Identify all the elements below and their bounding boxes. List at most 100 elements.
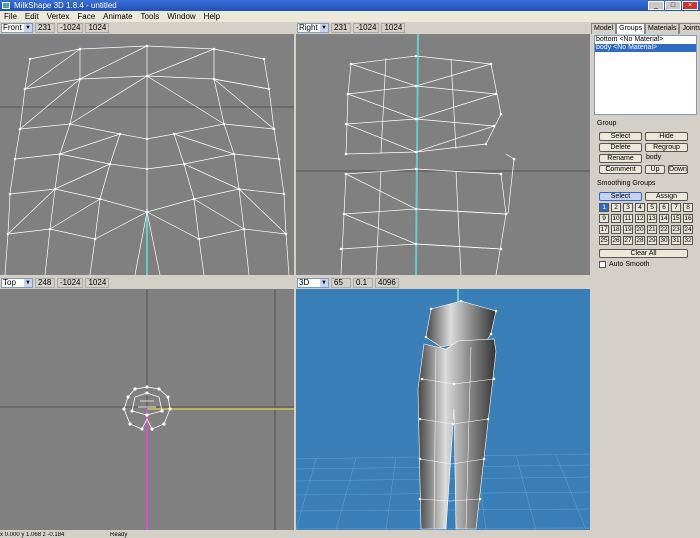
smoothing-group-31[interactable]: 31 [671,236,681,245]
smoothing-group-27[interactable]: 27 [623,236,633,245]
smoothing-group-25[interactable]: 25 [599,236,609,245]
smoothing-group-24[interactable]: 24 [683,225,693,234]
smoothing-group-29[interactable]: 29 [647,236,657,245]
smoothing-group-2[interactable]: 2 [611,203,621,212]
group-name-field[interactable]: body [646,154,661,161]
smoothing-select-button[interactable]: Select [599,192,642,201]
chevron-down-icon: ▼ [24,24,32,32]
menu-window[interactable]: Window [163,11,199,22]
menu-edit[interactable]: Edit [21,11,43,22]
tab-joints[interactable]: Joints [679,23,700,34]
smoothing-group-32[interactable]: 32 [683,236,693,245]
group-item-bottom[interactable]: bottom <No Material> [595,36,696,44]
smoothing-group-20[interactable]: 20 [635,225,645,234]
top-wireframe [0,289,294,530]
group-section-label: Group [597,120,617,127]
smoothing-group-26[interactable]: 26 [611,236,621,245]
rename-button[interactable]: Rename [599,154,642,163]
app-icon [2,2,10,9]
3d-near-field[interactable]: 0.1 [353,278,373,288]
top-near-field[interactable]: -1024 [57,278,84,288]
front-wireframe [0,44,294,275]
smoothing-group-28[interactable]: 28 [635,236,645,245]
right-far-field[interactable]: 1024 [381,23,406,33]
smoothing-group-13[interactable]: 13 [647,214,657,223]
front-view-dropdown[interactable]: Front ▼ [1,23,33,33]
chevron-down-icon: ▼ [320,24,328,32]
smoothing-group-21[interactable]: 21 [647,225,657,234]
status-coords: x 0.000 y 1.068 z -0.184 [0,532,65,538]
menu-help[interactable]: Help [200,11,224,22]
smoothing-group-23[interactable]: 23 [671,225,681,234]
comment-button[interactable]: Comment [599,165,642,174]
hide-button[interactable]: Hide [645,132,688,141]
smoothing-group-17[interactable]: 17 [599,225,609,234]
smoothing-group-11[interactable]: 11 [623,214,633,223]
front-near-field[interactable]: -1024 [57,23,84,33]
menu-file[interactable]: File [0,11,21,22]
tab-groups[interactable]: Groups [616,23,646,34]
smoothing-group-7[interactable]: 7 [671,203,681,212]
smoothing-group-16[interactable]: 16 [683,214,693,223]
minimize-button[interactable]: _ [648,1,664,10]
smoothing-group-14[interactable]: 14 [659,214,669,223]
smoothing-group-5[interactable]: 5 [647,203,657,212]
smoothing-group-19[interactable]: 19 [623,225,633,234]
smoothing-assign-button[interactable]: Assign [645,192,688,201]
chevron-down-icon: ▼ [320,279,328,287]
properties-panel: Model Groups Materials Joints bottom <No… [591,22,700,532]
menu-animate[interactable]: Animate [99,11,136,22]
close-button[interactable]: × [682,1,698,10]
front-viewport[interactable] [0,34,294,275]
3d-zoom-field[interactable]: 65 [331,278,351,288]
status-state: Ready [110,532,128,538]
3d-view-dropdown[interactable]: 3D ▼ [297,278,329,288]
smoothing-group-6[interactable]: 6 [659,203,669,212]
smoothing-group-18[interactable]: 18 [611,225,621,234]
right-viewport[interactable] [296,34,590,275]
right-zoom-field[interactable]: 231 [331,23,351,33]
regroup-button[interactable]: Regroup [645,143,688,152]
smoothing-group-1[interactable]: 1 [599,203,609,212]
select-button[interactable]: Select [599,132,642,141]
3d-model-render [296,289,590,530]
smoothing-group-9[interactable]: 9 [599,214,609,223]
chevron-down-icon: ▼ [24,279,32,287]
3d-viewport[interactable] [296,289,590,530]
front-viewport-toolbar: Front ▼ 231 -1024 1024 [0,22,294,34]
front-far-field[interactable]: 1024 [85,23,110,33]
auto-smooth-checkbox[interactable] [599,261,606,268]
smoothing-group-15[interactable]: 15 [671,214,681,223]
top-zoom-field[interactable]: 248 [35,278,55,288]
smoothing-group-8[interactable]: 8 [683,203,693,212]
tab-model[interactable]: Model [591,23,617,34]
smoothing-groups-label: Smoothing Groups [597,180,656,187]
menu-tools[interactable]: Tools [137,11,164,22]
smoothing-group-3[interactable]: 3 [623,203,633,212]
menu-face[interactable]: Face [73,11,99,22]
right-view-dropdown[interactable]: Right ▼ [297,23,329,33]
right-near-field[interactable]: -1024 [353,23,380,33]
smoothing-group-10[interactable]: 10 [611,214,621,223]
3d-far-field[interactable]: 4096 [375,278,399,288]
panel-tabs: Model Groups Materials Joints [591,23,700,34]
smoothing-group-12[interactable]: 12 [635,214,645,223]
top-view-dropdown[interactable]: Top ▼ [1,278,33,288]
clear-all-button[interactable]: Clear All [599,249,688,258]
menu-vertex[interactable]: Vertex [43,11,74,22]
auto-smooth-label: Auto Smooth [609,261,650,268]
top-far-field[interactable]: 1024 [85,278,110,288]
3d-viewport-toolbar: 3D ▼ 65 0.1 4096 [296,277,590,289]
up-button[interactable]: Up [645,165,665,174]
group-item-body[interactable]: body <No Material> [595,44,696,52]
maximize-button[interactable]: □ [665,1,681,10]
tab-materials[interactable]: Materials [645,23,680,34]
smoothing-group-4[interactable]: 4 [635,203,645,212]
delete-button[interactable]: Delete [599,143,642,152]
smoothing-group-30[interactable]: 30 [659,236,669,245]
down-button[interactable]: Down [668,165,688,174]
smoothing-group-22[interactable]: 22 [659,225,669,234]
group-list[interactable]: bottom <No Material> body <No Material> [594,35,697,115]
front-zoom-field[interactable]: 231 [35,23,55,33]
top-viewport[interactable] [0,289,294,530]
